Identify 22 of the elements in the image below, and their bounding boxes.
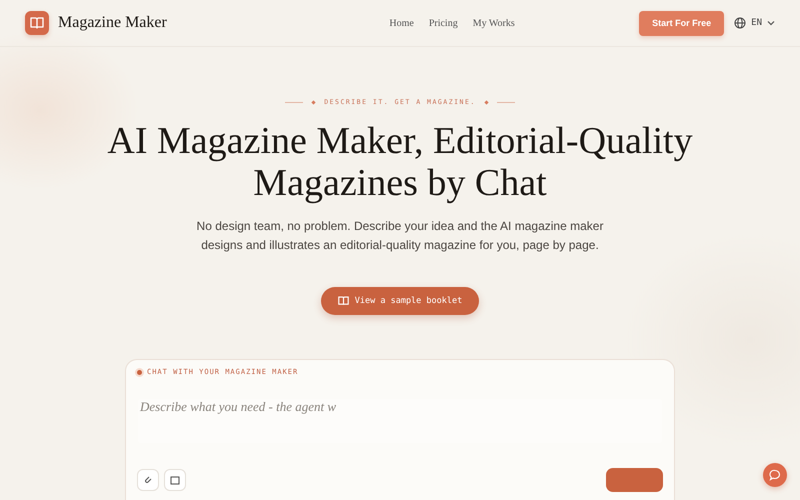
book-icon [338,296,349,306]
nav-link[interactable]: Pricing [428,18,458,28]
send-button[interactable] [606,468,663,492]
subtitle-text: designs and illustrates an editorial-quality magazine for you, page by page. [200,237,600,254]
brand-name[interactable]: Magazine Maker [58,14,167,32]
logo-icon [25,11,49,35]
speech-bubble-icon [769,469,781,481]
language-selector[interactable]: EN [734,17,775,29]
globe-icon [734,17,746,29]
headline: Magazines by Chat [252,162,548,204]
subtitle-text: No design team, no problem. Describe your idea and the AI magazine maker [196,218,604,235]
paperclip-icon [143,475,153,485]
image-button[interactable] [164,469,186,491]
headline: AI Magazine Maker, Editorial-Quality [107,120,693,162]
status-dot-icon [137,370,142,374]
sample-booklet-button[interactable]: View a sample booklet [320,287,480,315]
square-icon [170,475,180,485]
nav-link[interactable]: Home [389,18,414,28]
nav-link[interactable]: My Works [472,18,515,28]
attach-button[interactable] [137,469,159,491]
chevron-down-icon [767,20,775,26]
chat-bubble-button[interactable] [763,463,787,487]
